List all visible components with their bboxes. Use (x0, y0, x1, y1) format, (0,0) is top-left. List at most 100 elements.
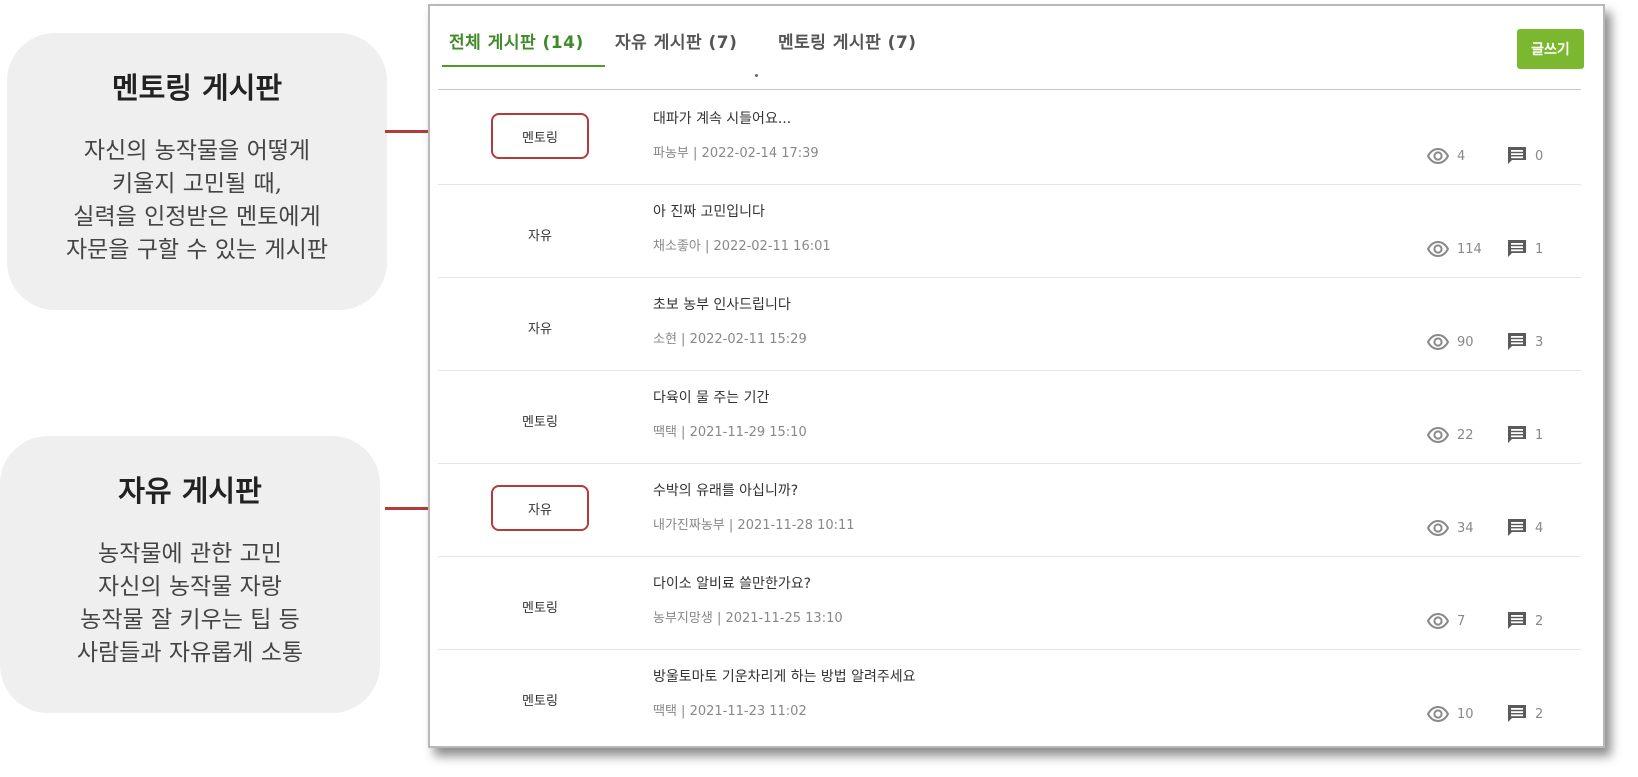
view-count: 7 (1427, 613, 1487, 629)
comment-count: 3 (1507, 332, 1551, 352)
callout-line: 사람들과 자유롭게 소통 (76, 640, 304, 666)
tab-free-board[interactable]: 자유 게시판 (7) (615, 28, 737, 53)
post-category: 멘토링 (522, 600, 558, 616)
view-count: 4 (1427, 148, 1487, 164)
post-date: 2021-11-29 15:10 (689, 425, 807, 440)
post-author: 땍택 (653, 704, 677, 719)
callout-line: 실력을 인정받은 멘토에게 (73, 204, 321, 230)
post-date: 2022-02-11 15:29 (689, 332, 807, 347)
post-date: 2022-02-11 16:01 (713, 239, 831, 254)
post-title[interactable]: 방울토마토 기운차리게 하는 방법 알려주세요 (653, 666, 916, 686)
eye-icon (1427, 706, 1449, 722)
view-count-value: 22 (1457, 427, 1474, 443)
callout-line: 자문을 구할 수 있는 게시판 (65, 237, 328, 263)
callout-line: 키울지 고민될 때, (111, 171, 283, 197)
post-stats: 34 4 (1427, 518, 1551, 538)
eye-icon (1427, 241, 1449, 257)
callout-line: 자신의 농작물을 어떻게 (83, 138, 311, 164)
post-category: 자유 (491, 485, 589, 531)
meta-separator: | (724, 518, 738, 533)
view-count-value: 90 (1457, 334, 1474, 350)
meta-separator: | (676, 425, 690, 440)
post-meta: 땍택 | 2021-11-29 15:10 (653, 421, 807, 440)
view-count: 114 (1427, 241, 1487, 257)
eye-icon (1427, 334, 1449, 350)
meta-separator: | (712, 611, 726, 626)
tab-divider (438, 89, 1581, 90)
post-stats: 72 (1427, 611, 1551, 631)
post-date: 2021-11-23 11:02 (689, 704, 807, 719)
view-count: 22 (1427, 427, 1487, 443)
callout-line: 자신의 농작물 자랑 (98, 574, 282, 600)
active-tab-indicator (442, 65, 605, 67)
post-title[interactable]: 초보 농부 인사드립니다 (653, 294, 791, 314)
post-stats: 90 3 (1427, 332, 1551, 352)
eye-icon (1427, 520, 1449, 536)
post-category: 자유 (528, 321, 552, 337)
post-category: 자유 (528, 228, 552, 244)
comment-count-value: 1 (1535, 241, 1544, 257)
post-date: 2022-02-14 17:39 (701, 146, 819, 161)
post-meta: 파농부 | 2022-02-14 17:39 (653, 142, 819, 161)
post-row[interactable]: 멘토링 다이소 알비료 쓸만한가요? 농부지망생 | 2021-11-25 13:1… (438, 557, 1581, 650)
post-row[interactable]: 자유 초보 농부 인사드립니다소현 | 2022-02-11 15:29 90 3 (438, 278, 1581, 371)
meta-separator: | (700, 239, 714, 254)
post-title[interactable]: 수박의 유래를 아십니까? (653, 480, 798, 500)
post-author: 땍택 (653, 425, 677, 440)
comment-icon (1507, 704, 1527, 724)
comment-icon (1507, 332, 1527, 352)
post-title[interactable]: 아 진짜 고민입니다 (653, 201, 765, 221)
view-count-value: 7 (1457, 613, 1466, 629)
view-count: 90 (1427, 334, 1487, 350)
view-count-value: 114 (1457, 241, 1482, 257)
callout-description: 자신의 농작물을 어떻게 키울지 고민될 때, 실력을 인정받은 멘토에게 자문… (7, 135, 387, 267)
board-tabs: 전체 게시판 (14) 자유 게시판 (7) 멘토링 게시판 (7) (438, 6, 1588, 77)
write-post-button[interactable]: 글쓰기 (1517, 29, 1584, 69)
comment-count: 2 (1507, 704, 1551, 724)
eye-icon (1427, 427, 1449, 443)
post-author: 파농부 (653, 146, 689, 161)
post-category: 멘토링 (522, 693, 558, 709)
post-row[interactable]: 멘토링 대파가 계속 시들어요... 파농부 | 2022-02-14 17:39 4… (438, 92, 1581, 185)
post-row[interactable]: 멘토링 다육이 물 주는 기간땍택 | 2021-11-29 15:10 22 1 (438, 371, 1581, 464)
comment-count-value: 4 (1535, 520, 1544, 536)
callout-title: 멘토링 게시판 (111, 71, 283, 105)
comment-count-value: 1 (1535, 427, 1544, 443)
post-stats: 10 2 (1427, 704, 1551, 724)
post-row[interactable]: 자유 수박의 유래를 아십니까? 내가진짜농부 | 2021-11-28 10:11… (438, 464, 1581, 557)
comment-count: 0 (1507, 146, 1551, 166)
post-date: 2021-11-28 10:11 (737, 518, 855, 533)
post-author: 소현 (653, 332, 677, 347)
callout-line: 농작물 잘 키우는 팁 등 (80, 607, 300, 633)
comment-count: 4 (1507, 518, 1551, 538)
post-stats: 22 1 (1427, 425, 1551, 445)
tab-all-boards[interactable]: 전체 게시판 (14) (449, 28, 584, 53)
comment-count: 1 (1507, 425, 1551, 445)
post-list: 멘토링 대파가 계속 시들어요... 파농부 | 2022-02-14 17:39 4… (438, 92, 1581, 743)
post-category: 멘토링 (522, 414, 558, 430)
post-row[interactable]: 멘토링 방울토마토 기운차리게 하는 방법 알려주세요땍택 | 2021-11-2… (438, 650, 1581, 743)
tab-mentoring-board[interactable]: 멘토링 게시판 (7) (778, 28, 917, 53)
post-title[interactable]: 다육이 물 주는 기간 (653, 387, 769, 407)
view-count-value: 4 (1457, 148, 1466, 164)
post-title[interactable]: 대파가 계속 시들어요... (653, 108, 791, 128)
callout-description: 농작물에 관한 고민 자신의 농작물 자랑 농작물 잘 키우는 팁 등 사람들과… (0, 538, 380, 670)
post-meta: 농부지망생 | 2021-11-25 13:10 (653, 607, 843, 626)
post-meta: 채소좋아 | 2022-02-11 16:01 (653, 235, 831, 254)
meta-separator: | (676, 704, 690, 719)
post-row[interactable]: 자유 아 진짜 고민입니다채소좋아 | 2022-02-11 16:01 114 1 (438, 185, 1581, 278)
post-meta: 내가진짜농부 | 2021-11-28 10:11 (653, 514, 855, 533)
post-meta: 소현 | 2022-02-11 15:29 (653, 328, 807, 347)
comment-count-value: 3 (1535, 334, 1544, 350)
post-author: 농부지망생 (653, 611, 713, 626)
mentoring-board-callout: 멘토링 게시판 자신의 농작물을 어떻게 키울지 고민될 때, 실력을 인정받은… (7, 33, 387, 310)
post-title[interactable]: 다이소 알비료 쓸만한가요? (653, 573, 811, 593)
post-author: 내가진짜농부 (653, 518, 725, 533)
post-meta: 땍택 | 2021-11-23 11:02 (653, 700, 807, 719)
post-stats: 114 1 (1427, 239, 1551, 259)
comment-count: 1 (1507, 239, 1551, 259)
dot-marker (755, 74, 758, 77)
comment-count: 2 (1507, 611, 1551, 631)
view-count-value: 10 (1457, 706, 1474, 722)
callout-line: 농작물에 관한 고민 (98, 541, 282, 567)
